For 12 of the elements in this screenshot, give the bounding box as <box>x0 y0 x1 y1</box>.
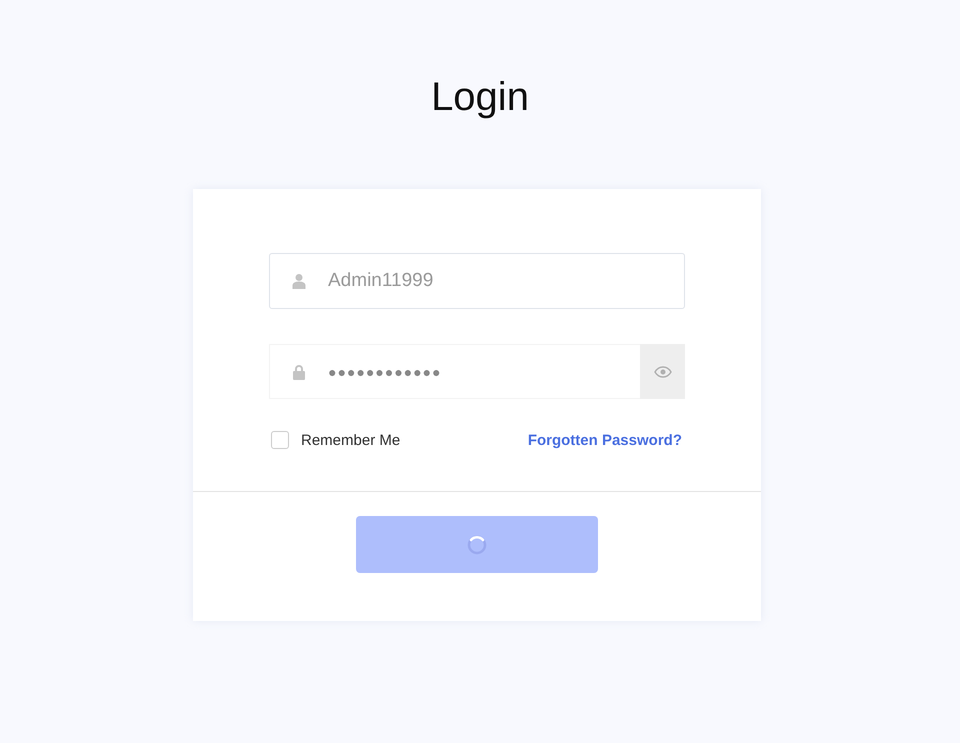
lock-icon <box>291 364 307 380</box>
password-field[interactable]: ●●●●●●●●●●●● <box>269 344 640 399</box>
page-title: Login <box>431 74 529 121</box>
eye-icon <box>654 366 672 378</box>
show-password-button[interactable] <box>640 344 685 399</box>
remember-label: Remember Me <box>301 432 400 448</box>
user-icon <box>291 273 307 289</box>
login-button[interactable] <box>356 516 598 573</box>
forgot-password-link[interactable]: Forgotten Password? <box>528 432 682 448</box>
username-field[interactable]: Admin11999 <box>269 253 685 309</box>
checkbox[interactable] <box>271 431 289 449</box>
spinner-icon <box>467 534 487 554</box>
